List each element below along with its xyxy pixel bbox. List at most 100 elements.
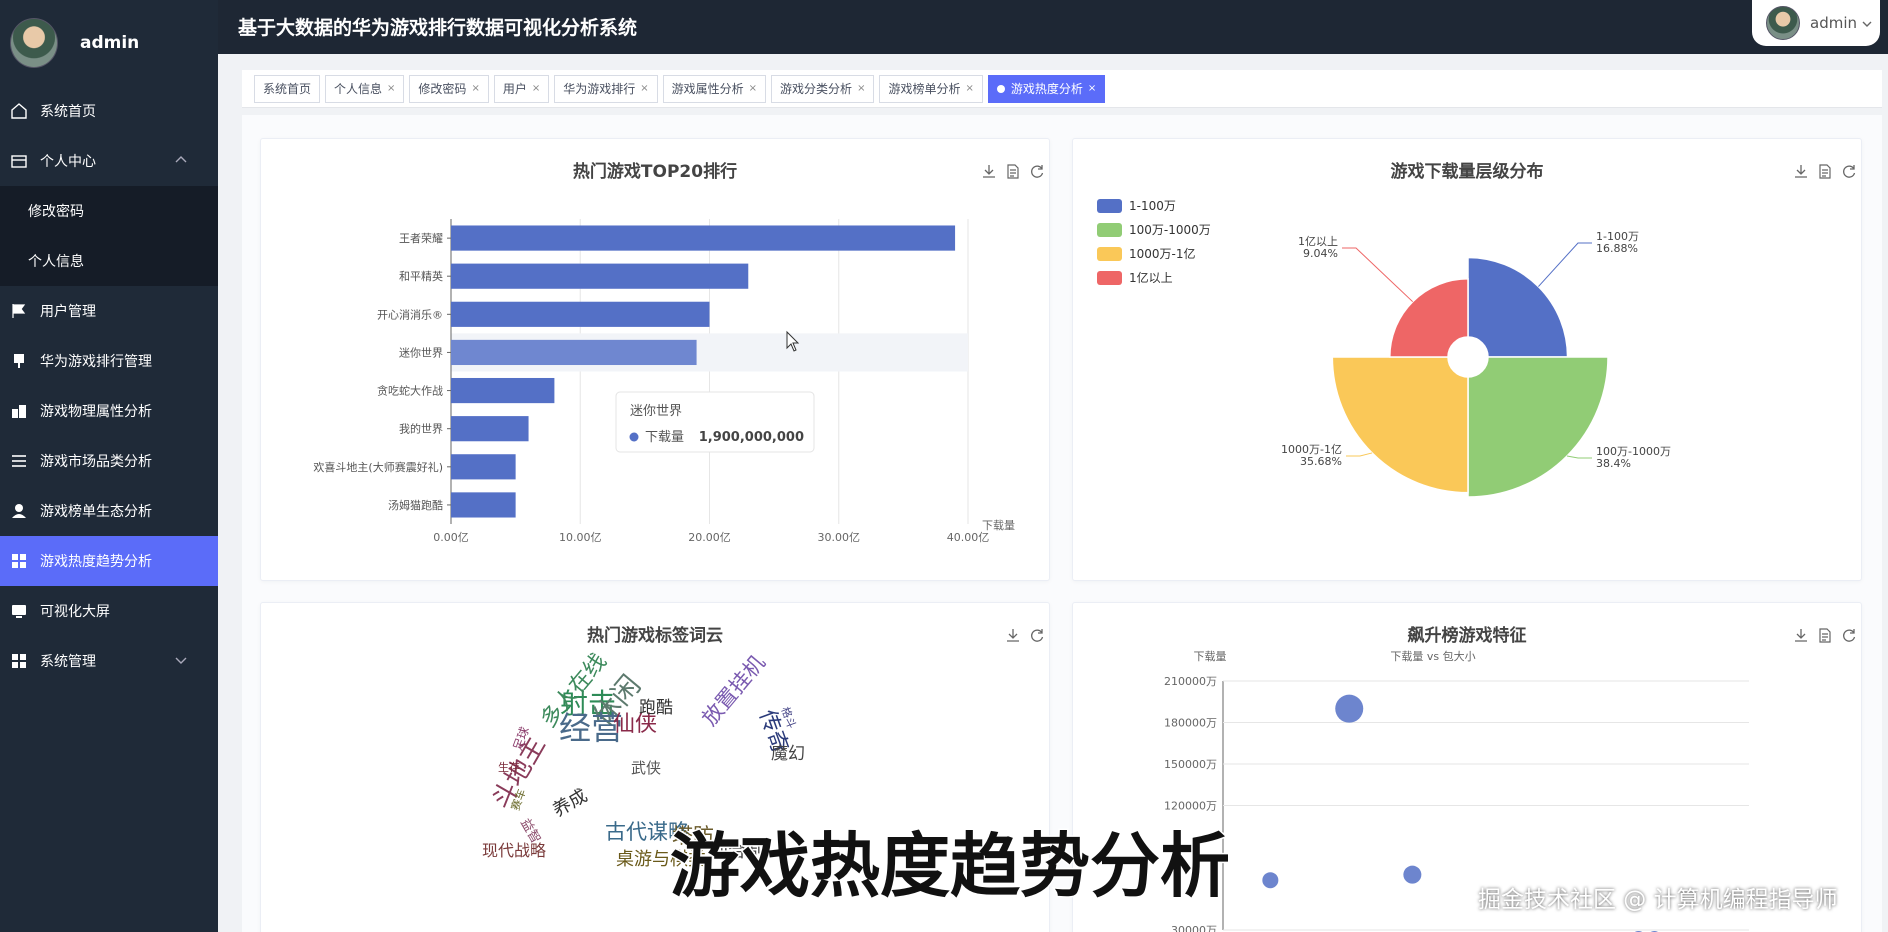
y-tick-label: 欢喜斗地主(大师赛震好礼) — [313, 460, 443, 474]
close-icon[interactable]: × — [471, 83, 479, 94]
sidebar-item-10[interactable]: 可视化大屏 — [0, 586, 218, 636]
tooltip-marker — [629, 432, 639, 442]
bar[interactable] — [451, 339, 697, 366]
sidebar-item-label: 个人中心 — [40, 154, 96, 170]
sidebar-item-1[interactable]: 个人中心 — [0, 136, 218, 186]
sidebar-item-label: 华为游戏排行管理 — [40, 354, 152, 370]
cloud-word[interactable]: 现代战略 — [482, 841, 546, 860]
sidebar-item-label: 游戏榜单生态分析 — [40, 504, 152, 520]
grid-icon — [10, 652, 28, 670]
bar[interactable] — [451, 301, 710, 327]
tab-2[interactable]: 修改密码 × — [409, 74, 489, 103]
bar[interactable] — [451, 377, 555, 404]
legend-swatch[interactable] — [1097, 199, 1122, 213]
tab-8[interactable]: 游戏热度分析 × — [987, 74, 1106, 103]
sidebar-item-label: 游戏热度趋势分析 — [40, 554, 152, 570]
scatter-point[interactable] — [1335, 694, 1364, 723]
tab-label: 游戏榜单分析 — [888, 82, 961, 96]
tab-label: 用户 — [502, 82, 527, 96]
legend-label[interactable]: 1亿以上 — [1129, 270, 1173, 285]
x-tick-label: 30.00亿 — [818, 531, 861, 544]
scatter-point[interactable] — [1403, 865, 1422, 884]
x-tick-label: 20.00亿 — [688, 531, 731, 544]
tab-label: 修改密码 — [418, 82, 467, 96]
tab-label: 华为游戏排行 — [563, 82, 636, 96]
cloud-word[interactable]: 武侠 — [631, 759, 661, 777]
sidebar-item-0[interactable]: 系统首页 — [0, 86, 218, 136]
bar[interactable] — [451, 225, 956, 251]
bar[interactable] — [451, 492, 516, 518]
tab-7[interactable]: 游戏榜单分析 × — [879, 74, 983, 103]
y-tick-label: 150000万 — [1164, 758, 1217, 771]
tab-4[interactable]: 华为游戏排行 × — [554, 74, 658, 103]
y-tick-label: 迷你世界 — [399, 346, 443, 359]
sidebar-item-3[interactable]: 个人信息 — [0, 236, 218, 286]
cloud-word[interactable]: 魔幻 — [771, 744, 805, 764]
bar[interactable] — [451, 416, 529, 442]
tab-3[interactable]: 用户 × — [493, 74, 550, 103]
close-icon[interactable]: × — [965, 83, 973, 94]
watermark: 掘金技术社区 @ 计算机编程指导师 — [1478, 887, 1838, 913]
pie-slice[interactable] — [1331, 356, 1469, 494]
y-tick-label: 汤姆猫跑酷 — [388, 498, 443, 512]
bar[interactable] — [451, 263, 749, 289]
user-menu-button[interactable]: admin — [1752, 0, 1880, 46]
tab-5[interactable]: 游戏属性分析 × — [662, 74, 767, 103]
cloud-word[interactable]: 跑酷 — [639, 698, 673, 718]
tab-0[interactable]: 系统首页 — [254, 74, 321, 103]
card-icon — [10, 152, 28, 170]
list-icon — [10, 452, 28, 470]
sidebar-item-label: 用户管理 — [40, 304, 96, 320]
sidebar-item-8[interactable]: 游戏榜单生态分析 — [0, 486, 218, 536]
top-header: 基于大数据的华为游戏排行数据可视化分析系统 admin — [218, 0, 1888, 54]
close-icon[interactable]: × — [857, 83, 865, 94]
video-caption: 游戏热度趋势分析 — [669, 824, 1232, 909]
chevron-up-icon — [174, 153, 188, 171]
x-axis-label: 下载量 — [982, 519, 1015, 532]
legend-swatch[interactable] — [1097, 223, 1122, 237]
legend-label[interactable]: 1000万-1亿 — [1129, 246, 1196, 261]
pin-icon — [10, 352, 28, 370]
pie-slice[interactable] — [1467, 356, 1609, 498]
y-tick-label: 开心消消乐® — [377, 307, 443, 321]
sidebar-item-7[interactable]: 游戏市场品类分析 — [0, 436, 218, 486]
header-username: admin — [1810, 14, 1857, 32]
cloud-word[interactable]: 养成 — [549, 785, 591, 821]
cloud-word[interactable]: 生存 — [498, 760, 520, 774]
sidebar-username: admin — [80, 33, 140, 53]
sidebar-item-9[interactable]: 游戏热度趋势分析 — [0, 536, 218, 586]
close-icon[interactable]: × — [387, 83, 395, 94]
bar[interactable] — [451, 454, 516, 480]
tab-1[interactable]: 个人信息 × — [325, 74, 405, 103]
chevron-down-icon — [1861, 14, 1873, 33]
tooltip: 迷你世界下载量 1,900,000,000 — [615, 391, 815, 453]
sidebar-item-4[interactable]: 用户管理 — [0, 286, 218, 336]
legend-label[interactable]: 1-100万 — [1129, 199, 1176, 213]
close-icon[interactable]: × — [532, 83, 540, 94]
sidebar-item-5[interactable]: 华为游戏排行管理 — [0, 336, 218, 386]
scatter-point[interactable] — [1262, 872, 1279, 889]
x-tick-label: 10.00亿 — [559, 531, 602, 544]
pie-slice[interactable] — [1467, 256, 1569, 358]
close-icon[interactable]: × — [1088, 83, 1096, 94]
tab-label: 个人信息 — [334, 82, 383, 96]
download-tier-pie-panel: 游戏下载量层级分布 1-100万 100万-1000万 1000万-1亿 1亿以上 1-… — [1072, 138, 1862, 581]
sidebar-item-label: 游戏物理属性分析 — [40, 404, 152, 420]
sidebar-item-2[interactable]: 修改密码 — [0, 186, 218, 236]
monitor-icon — [10, 602, 28, 620]
label-line — [1346, 452, 1373, 457]
y-tick-label: 和平精英 — [399, 269, 443, 283]
sidebar-item-11[interactable]: 系统管理 — [0, 636, 218, 686]
legend-label[interactable]: 100万-1000万 — [1129, 223, 1211, 237]
avatar[interactable] — [10, 18, 58, 68]
pie-chart: 1-100万100万-1000万1000万-1亿1亿以上1-100万16.88%… — [1097, 199, 1671, 498]
tab-label: 游戏热度分析 — [1010, 82, 1083, 96]
tab-label: 游戏属性分析 — [671, 82, 744, 96]
tab-6[interactable]: 游戏分类分析 × — [771, 74, 875, 103]
close-icon[interactable]: × — [640, 83, 648, 94]
tooltip-series: 下载量 — [645, 430, 684, 445]
close-icon[interactable]: × — [749, 83, 757, 94]
legend-swatch[interactable] — [1097, 271, 1122, 285]
sidebar-item-6[interactable]: 游戏物理属性分析 — [0, 386, 218, 436]
legend-swatch[interactable] — [1097, 247, 1122, 261]
